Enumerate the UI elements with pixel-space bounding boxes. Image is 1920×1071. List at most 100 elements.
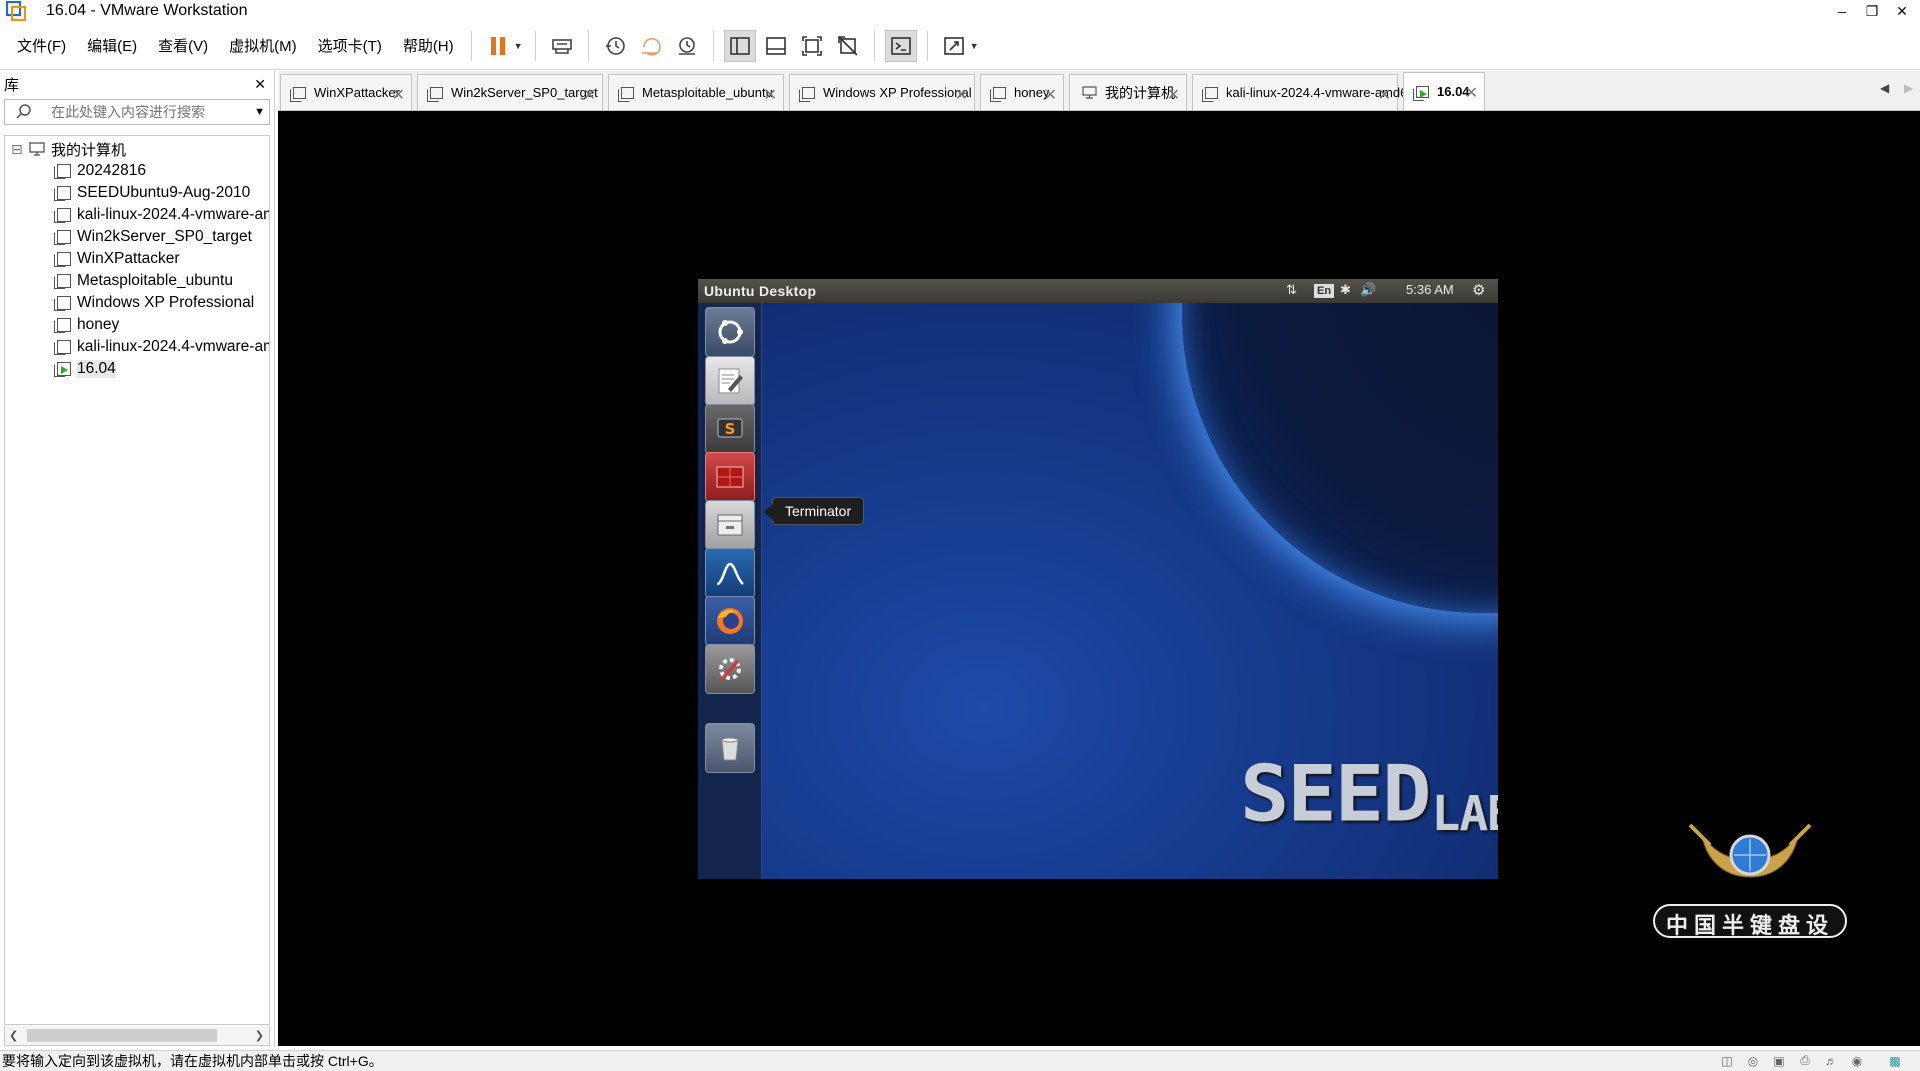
tab-close-icon[interactable]: ✕: [955, 85, 968, 105]
clock[interactable]: 5:36 AM: [1406, 282, 1454, 297]
launcher-tooltip: Terminator: [763, 497, 865, 525]
tab-0[interactable]: WinXPattacker ✕: [280, 74, 412, 110]
tab-7[interactable]: 16.04 ✕: [1403, 72, 1485, 110]
revert-snapshot-icon[interactable]: [635, 30, 667, 62]
hard-disk-icon[interactable]: ◫: [1718, 1053, 1736, 1068]
guest-screen[interactable]: SEED LABS Ubuntu Desktop ⇅ En ✱ 🔊 5:36 A…: [698, 279, 1498, 879]
tab-5[interactable]: 我的计算机 ✕: [1069, 74, 1187, 110]
tab-close-icon[interactable]: ✕: [1167, 85, 1180, 105]
menu-edit[interactable]: 编辑(E): [78, 35, 146, 56]
lang-badge[interactable]: En: [1314, 284, 1335, 298]
tab-close-icon[interactable]: ✕: [1378, 85, 1391, 105]
tab-4[interactable]: honey ✕: [980, 74, 1064, 110]
horizontal-scrollbar[interactable]: ❮ ❯: [4, 1026, 270, 1046]
library-vm-item[interactable]: Windows XP Professional: [5, 292, 269, 314]
trash-icon[interactable]: [705, 723, 755, 773]
library-vm-item[interactable]: honey: [5, 314, 269, 336]
tab-bar: WinXPattacker ✕ Win2kServer_SP0_target ✕ Met…: [278, 71, 1920, 111]
stretch-guest-icon[interactable]: [938, 30, 970, 62]
thumbnail-bar-icon[interactable]: [760, 30, 792, 62]
send-ctrl-alt-del-icon[interactable]: [546, 30, 578, 62]
title-bar: 16.04 - VMware Workstation – ❐ ✕: [0, 0, 1920, 22]
tab-6[interactable]: kali-linux-2024.4-vmware-amd64 ✕: [1192, 74, 1415, 110]
show-library-icon[interactable]: [723, 29, 756, 62]
pause-icon[interactable]: [482, 30, 514, 62]
tab-label: 我的计算机: [1105, 84, 1175, 101]
library-close-icon[interactable]: ✕: [254, 76, 266, 93]
menu-vm[interactable]: 虚拟机(M): [220, 35, 306, 56]
text-editor-icon[interactable]: [705, 356, 755, 406]
library-vm-item[interactable]: SEEDUbuntu9-Aug-2010: [5, 182, 269, 204]
svg-text:S: S: [725, 420, 736, 438]
library-vm-item[interactable]: Win2kServer_SP0_target: [5, 226, 269, 248]
tab-2[interactable]: Metasploitable_ubuntu ✕: [608, 74, 784, 110]
library-vm-label: honey: [77, 316, 120, 333]
unity-icon[interactable]: [832, 30, 864, 62]
tab-close-icon[interactable]: ✕: [764, 85, 777, 105]
library-vm-item[interactable]: kali-linux-2024.4-vmware-amd64: [5, 204, 269, 226]
tab-1[interactable]: Win2kServer_SP0_target ✕: [417, 74, 603, 110]
console-view-icon[interactable]: [884, 29, 917, 62]
tab-close-icon[interactable]: ✕: [1044, 85, 1057, 105]
menu-help[interactable]: 帮助(H): [394, 35, 463, 56]
bluetooth-icon[interactable]: ✱: [1340, 282, 1351, 298]
scroll-right-icon[interactable]: ❯: [255, 1029, 264, 1042]
library-vm-item[interactable]: Metasploitable_ubuntu: [5, 270, 269, 292]
vmware-logo-icon: [5, 0, 27, 22]
cd-rom-icon[interactable]: ◎: [1744, 1053, 1762, 1068]
library-header: 库 ✕: [0, 71, 274, 98]
menu-tabs[interactable]: 选项卡(T): [309, 35, 391, 56]
network-adapter-icon[interactable]: ▣: [1770, 1053, 1788, 1068]
tree-root-label: 我的计算机: [51, 141, 127, 159]
snapshot-manager-icon[interactable]: [671, 30, 703, 62]
network-icon[interactable]: ⇅: [1286, 282, 1297, 298]
printer-icon[interactable]: ⎙: [1796, 1053, 1814, 1068]
watermark-text: 中国半键盘设: [1665, 914, 1834, 939]
tab-label: Metasploitable_ubuntu: [642, 85, 773, 100]
library-vm-item[interactable]: WinXPattacker: [5, 248, 269, 270]
library-search[interactable]: ▼: [4, 99, 270, 125]
tab-label: Windows XP Professional: [823, 85, 972, 100]
gear-icon[interactable]: ⚙: [1472, 281, 1485, 299]
tab-close-icon[interactable]: ✕: [583, 85, 596, 105]
scrollbar-thumb[interactable]: [27, 1029, 217, 1042]
message-log-icon[interactable]: ▩: [1886, 1053, 1904, 1068]
keyboard-layout-indicator[interactable]: En: [1314, 282, 1335, 298]
collapse-icon[interactable]: ⊟: [11, 141, 25, 158]
tab-3[interactable]: Windows XP Professional ✕: [789, 74, 975, 110]
tab-next-icon[interactable]: ▶: [1904, 81, 1913, 95]
files-icon[interactable]: [705, 500, 755, 550]
firefox-icon[interactable]: [705, 596, 755, 646]
system-settings-icon[interactable]: [705, 644, 755, 694]
tab-prev-icon[interactable]: ◀: [1880, 81, 1889, 95]
sublime-text-icon[interactable]: S: [705, 404, 755, 454]
toolbar-separator: [587, 30, 589, 61]
vm-icon: [54, 186, 71, 201]
library-vm-item[interactable]: kali-linux-2024.4-vmware-amd64: [5, 336, 269, 358]
library-vm-item[interactable]: 16.04: [5, 358, 269, 380]
tree-root-my-computer[interactable]: ⊟ 我的计算机: [5, 138, 269, 160]
snapshot-icon[interactable]: [599, 30, 631, 62]
sound-card-icon[interactable]: ♬: [1822, 1053, 1840, 1068]
power-dropdown-icon[interactable]: ▼: [514, 41, 523, 51]
full-screen-icon[interactable]: [796, 30, 828, 62]
volume-icon[interactable]: 🔊: [1360, 282, 1376, 298]
library-vm-item[interactable]: 20242816: [5, 160, 269, 182]
tab-close-icon[interactable]: ✕: [392, 85, 405, 105]
stretch-dropdown-icon[interactable]: ▼: [970, 41, 979, 51]
terminator-icon[interactable]: [705, 452, 755, 502]
usb-icon[interactable]: ◉: [1848, 1053, 1866, 1068]
search-input[interactable]: [47, 104, 255, 120]
menu-view[interactable]: 查看(V): [149, 35, 217, 56]
scroll-left-icon[interactable]: ❮: [9, 1029, 18, 1042]
close-button[interactable]: ✕: [1882, 0, 1920, 22]
vm-running-icon: [54, 362, 71, 377]
wireshark-icon[interactable]: [705, 548, 755, 598]
search-dropdown-icon[interactable]: ▼: [254, 106, 265, 118]
vm-icon: [54, 230, 71, 245]
ubuntu-dash-icon[interactable]: [705, 307, 755, 357]
menu-file[interactable]: 文件(F): [8, 35, 75, 56]
watermark-logo: 中国半键盘设: [1650, 805, 1850, 945]
library-tree: ⊟ 我的计算机 20242816 SEEDUbuntu9-Aug-2010 kali…: [4, 135, 270, 1025]
tab-close-icon[interactable]: ✕: [1465, 83, 1478, 103]
